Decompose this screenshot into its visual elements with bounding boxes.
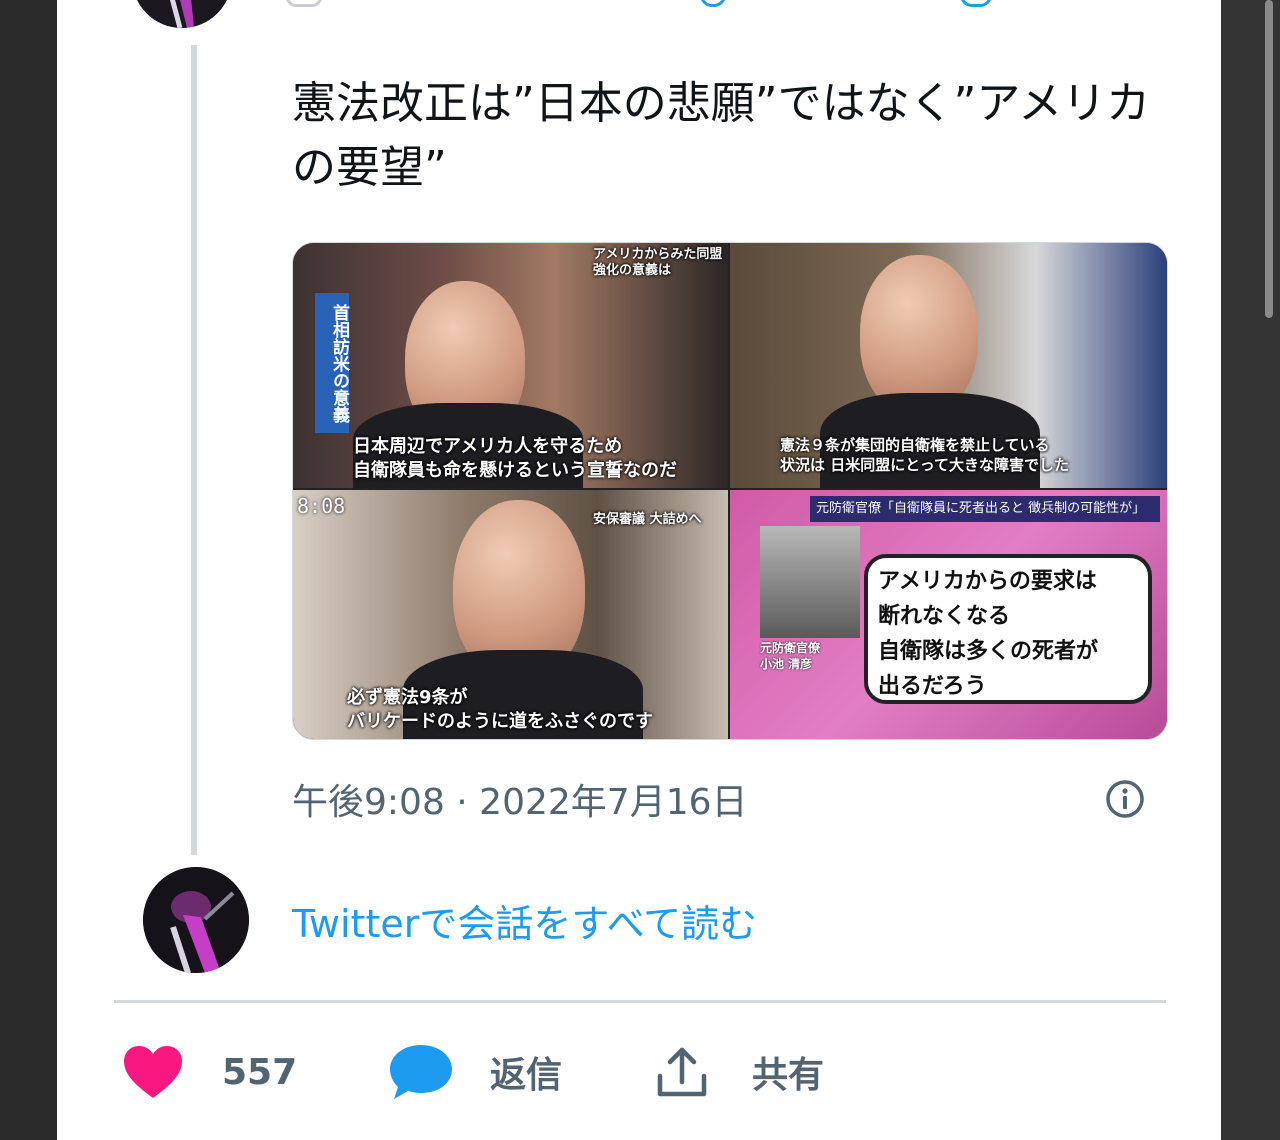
tweet-media[interactable]: 首相訪米の意義 アメリカからみた同盟強化の意義は 日本周辺でアメリカ人を守るため… [292, 242, 1168, 740]
info-icon[interactable] [1105, 779, 1145, 819]
bubble-line-4: 出るだろう [878, 674, 987, 699]
person-face [860, 255, 978, 415]
media-panel-1[interactable]: 首相訪米の意義 アメリカからみた同盟強化の意義は 日本周辺でアメリカ人を守るため… [293, 243, 728, 488]
like-button[interactable]: 557 [122, 1042, 297, 1102]
bubble-line-3: 自衛隊は多くの死者が [878, 639, 1099, 664]
media-panel-4[interactable]: 元防衛官僚「自衛隊員に死者出ると 徴兵制の可能性が」 元防衛官僚 小池 清彦 ア… [730, 490, 1167, 739]
share-label: 共有 [752, 1055, 825, 1096]
bubble-line-1: アメリカからの要求は [878, 569, 1097, 594]
heart-icon [124, 1046, 182, 1098]
top-label: アメリカからみた同盟強化の意義は [593, 247, 723, 278]
read-conversation-link[interactable]: Twitterで会話をすべて読む [292, 893, 757, 948]
top-label: 安保審議 大詰めへ [593, 512, 702, 527]
caption-line-2: バリケードのように道をふさぐのです [347, 711, 653, 732]
side-label: 首相訪米の意義 [315, 293, 349, 433]
thread-line [191, 45, 197, 855]
reply-label: 返信 [490, 1055, 563, 1096]
reply-bubble-icon [390, 1045, 452, 1099]
caption-line-2: 状況は 日米同盟にとって大きな障害でした [780, 456, 1070, 474]
speech-bubble: アメリカからの要求は 断れなくなる 自衛隊は多くの死者が 出るだろう [864, 554, 1152, 704]
tweet-timestamp[interactable]: 午後9:08 · 2022年7月16日 [292, 773, 748, 825]
person-photo [760, 526, 860, 638]
reply-button[interactable]: 返信 [388, 1042, 562, 1102]
author-avatar[interactable] [143, 867, 249, 973]
video-time: 8:08 [297, 494, 346, 518]
like-count: 557 [222, 1051, 298, 1093]
caption-line-1: 日本周辺でアメリカ人を守るため [353, 436, 623, 457]
caption-line-2: 自衛隊員も命を懸けるという宣誓なのだ [353, 460, 677, 481]
divider [114, 1000, 1166, 1003]
caption-line-1: 憲法９条が集団的自衛権を禁止している [780, 436, 1050, 454]
share-button[interactable]: 共有 [654, 1042, 824, 1102]
person-name: 小池 清彦 [760, 657, 813, 671]
tweet-text: 憲法改正は”日本の悲願”ではなく”アメリカの要望” [292, 78, 1151, 193]
media-panel-3[interactable]: 8:08 安保審議 大詰めへ 必ず憲法9条が バリケードのように道をふさぐのです [293, 490, 728, 739]
scroll-thumb[interactable] [1265, 0, 1273, 318]
share-icon [657, 1047, 707, 1097]
person-title: 元防衛官僚 [760, 641, 821, 655]
media-panel-2[interactable]: 憲法９条が集団的自衛権を禁止している 状況は 日米同盟にとって大きな障害でした [730, 243, 1167, 488]
news-banner: 元防衛官僚「自衛隊員に死者出ると 徴兵制の可能性が」 [810, 496, 1160, 522]
bubble-line-2: 断れなくなる [878, 604, 1011, 629]
caption-line-1: 必ず憲法9条が [347, 687, 468, 708]
